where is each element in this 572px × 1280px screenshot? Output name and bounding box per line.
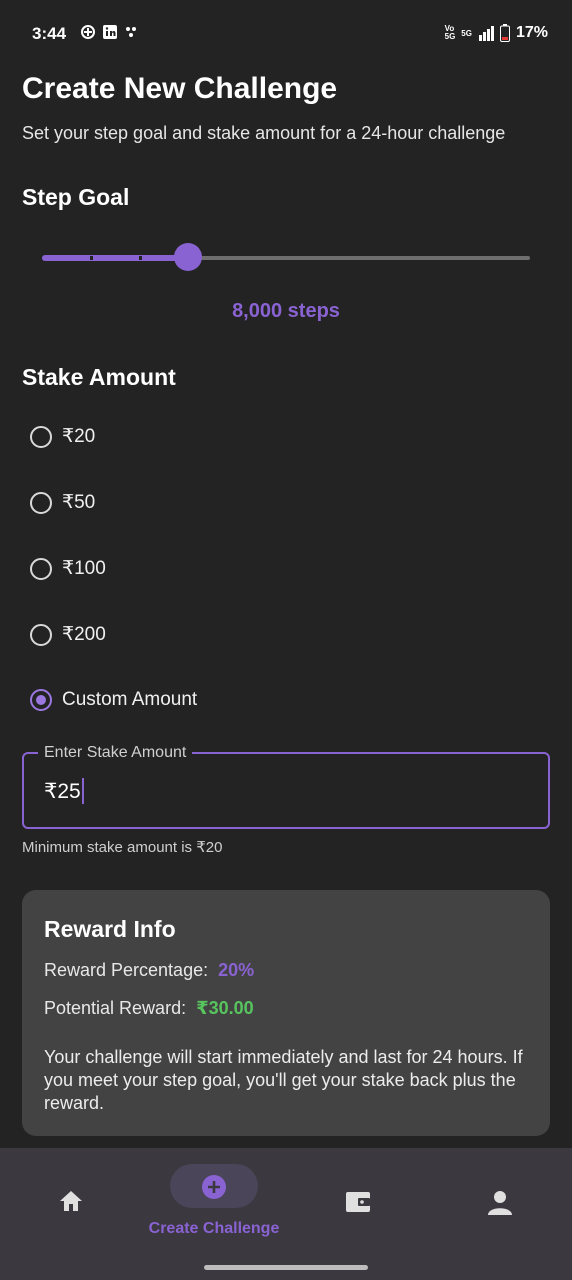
nav-create-challenge-label[interactable]: Create Challenge — [120, 1220, 308, 1238]
reward-info-title: Reward Info — [44, 916, 176, 942]
stake-option-label: ₹50 — [62, 492, 96, 513]
home-indicator[interactable] — [204, 1265, 368, 1270]
reward-percentage-label: Reward Percentage: — [44, 960, 209, 980]
nav-profile[interactable] — [487, 1189, 513, 1215]
battery-percentage: 17% — [515, 24, 548, 41]
nav-create-challenge[interactable] — [201, 1174, 227, 1200]
fan-app-icon — [81, 25, 95, 39]
stake-amount-input-label: Enter Stake Amount — [38, 744, 193, 762]
slider-track-fill — [42, 255, 189, 261]
stake-option-50[interactable]: ₹50 — [30, 491, 95, 514]
network-type: 5G — [461, 28, 472, 38]
stake-amount-value-text: ₹25 — [44, 779, 81, 803]
profile-icon — [488, 1191, 512, 1215]
stake-option-label: ₹200 — [62, 624, 106, 645]
potential-reward-row: Potential Reward: ₹30.00 — [44, 998, 254, 1019]
reward-description: Your challenge will start immediately an… — [44, 1047, 523, 1113]
slider-thumb[interactable] — [174, 243, 203, 271]
status-left-icons — [80, 24, 138, 40]
signal-icon — [478, 26, 494, 41]
volte-icon: Vo 5G — [444, 24, 456, 41]
stake-option-custom[interactable]: Custom Amount — [30, 689, 197, 711]
stake-option-100[interactable]: ₹100 — [30, 557, 106, 580]
radio-button[interactable] — [30, 425, 52, 448]
radio-button[interactable] — [30, 623, 52, 646]
linkedin-icon — [103, 25, 117, 39]
battery-icon — [499, 24, 510, 42]
stake-amount-input-value[interactable]: ₹25 — [44, 778, 84, 804]
stake-option-200[interactable]: ₹200 — [30, 623, 106, 646]
nav-home[interactable] — [58, 1189, 84, 1213]
stake-option-label: ₹20 — [62, 426, 96, 447]
radio-button-selected[interactable] — [30, 689, 52, 711]
step-goal-value: 8,000 steps — [232, 300, 340, 322]
status-time: 3:44 — [32, 24, 67, 43]
stake-amount-heading: Stake Amount — [22, 364, 176, 390]
page-subtitle: Set your step goal and stake amount for … — [22, 123, 506, 143]
status-right: Vo 5G 5G 17% — [445, 24, 548, 42]
step-goal-heading: Step Goal — [22, 184, 130, 210]
wallet-icon — [346, 1192, 370, 1212]
stake-option-label: Custom Amount — [62, 689, 198, 710]
potential-reward-label: Potential Reward: — [44, 998, 187, 1018]
reward-percentage-row: Reward Percentage: 20% — [44, 960, 254, 981]
notification-icon — [126, 27, 136, 37]
stake-amount-input[interactable] — [22, 752, 550, 829]
stake-option-label: ₹100 — [62, 558, 106, 579]
stake-helper-text: Minimum stake amount is ₹20 — [22, 839, 223, 856]
nav-wallet[interactable] — [344, 1189, 372, 1215]
slider-tick — [139, 256, 142, 260]
text-caret — [81, 778, 84, 804]
radio-button[interactable] — [30, 557, 52, 580]
slider-tick — [90, 256, 93, 260]
radio-button[interactable] — [30, 491, 52, 514]
page-title: Create New Challenge — [22, 72, 338, 105]
stake-option-20[interactable]: ₹20 — [30, 425, 95, 448]
add-circle-icon — [202, 1175, 226, 1199]
home-icon — [60, 1191, 82, 1211]
reward-percentage-value: 20% — [218, 960, 255, 980]
potential-reward-value: ₹30.00 — [196, 998, 254, 1018]
